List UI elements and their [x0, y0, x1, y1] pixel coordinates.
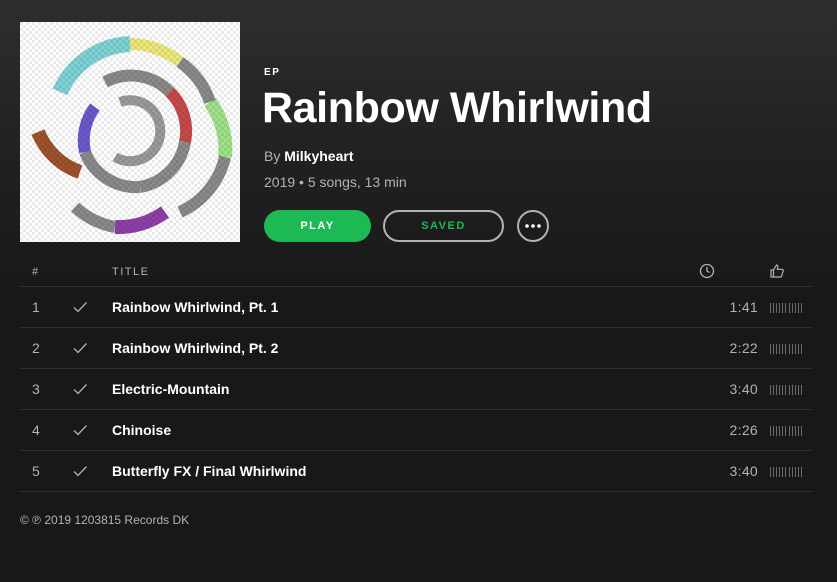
album-title: Rainbow Whirlwind [262, 84, 652, 132]
tracklist: # TITLE 1 Rainbow Whirlwind, Pt. 1 1:41 … [20, 258, 812, 492]
track-duration: 3:40 [729, 381, 758, 397]
track-number: 1 [32, 299, 40, 315]
track-title[interactable]: Rainbow Whirlwind, Pt. 2 [112, 340, 278, 356]
album-cover-art-icon [20, 22, 240, 242]
artist-link[interactable]: Milkyheart [284, 148, 353, 164]
check-icon[interactable] [72, 422, 88, 438]
track-number: 5 [32, 463, 40, 479]
track-duration: 2:22 [729, 340, 758, 356]
check-icon[interactable] [72, 299, 88, 315]
track-number: 2 [32, 340, 40, 356]
popularity-bar-icon [770, 303, 802, 313]
album-cover[interactable] [20, 22, 240, 242]
check-icon[interactable] [72, 463, 88, 479]
table-row[interactable]: 2 Rainbow Whirlwind, Pt. 2 2:22 [20, 328, 812, 369]
copyright-text: © ℗ 2019 1203815 Records DK [20, 513, 190, 527]
track-duration: 3:40 [729, 463, 758, 479]
album-type-label: EP [264, 67, 281, 78]
track-number: 3 [32, 381, 40, 397]
more-options-button[interactable] [517, 210, 549, 242]
artist-line: By Milkyheart [264, 147, 824, 165]
track-duration: 2:26 [729, 422, 758, 438]
popularity-bar-icon [770, 426, 802, 436]
album-page: EP Rainbow Whirlwind By Milkyheart 2019 … [0, 0, 837, 582]
play-button[interactable]: PLAY [264, 210, 371, 242]
by-prefix: By [264, 148, 281, 164]
tracklist-header: # TITLE [20, 258, 812, 287]
header-number: # [32, 266, 40, 278]
table-row[interactable]: 3 Electric-Mountain 3:40 [20, 369, 812, 410]
album-meta: 2019 • 5 songs, 13 min [264, 174, 407, 190]
track-duration: 1:41 [729, 299, 758, 315]
track-title[interactable]: Butterfly FX / Final Whirlwind [112, 463, 306, 479]
clock-icon[interactable] [699, 263, 715, 279]
popularity-bar-icon [770, 467, 802, 477]
track-title[interactable]: Electric-Mountain [112, 381, 229, 397]
saved-button[interactable]: SAVED [383, 210, 504, 242]
check-icon[interactable] [72, 340, 88, 356]
popularity-bar-icon [770, 344, 802, 354]
header-title[interactable]: TITLE [112, 266, 149, 278]
table-row[interactable]: 5 Butterfly FX / Final Whirlwind 3:40 [20, 451, 812, 492]
album-header: EP Rainbow Whirlwind By Milkyheart 2019 … [262, 66, 824, 191]
table-row[interactable]: 4 Chinoise 2:26 [20, 410, 812, 451]
check-icon[interactable] [72, 381, 88, 397]
track-title[interactable]: Rainbow Whirlwind, Pt. 1 [112, 299, 278, 315]
table-row[interactable]: 1 Rainbow Whirlwind, Pt. 1 1:41 [20, 287, 812, 328]
ellipsis-icon [525, 224, 541, 228]
thumbs-up-icon[interactable] [769, 263, 785, 279]
track-title[interactable]: Chinoise [112, 422, 171, 438]
album-actions: PLAY SAVED [264, 210, 549, 242]
track-number: 4 [32, 422, 40, 438]
popularity-bar-icon [770, 385, 802, 395]
